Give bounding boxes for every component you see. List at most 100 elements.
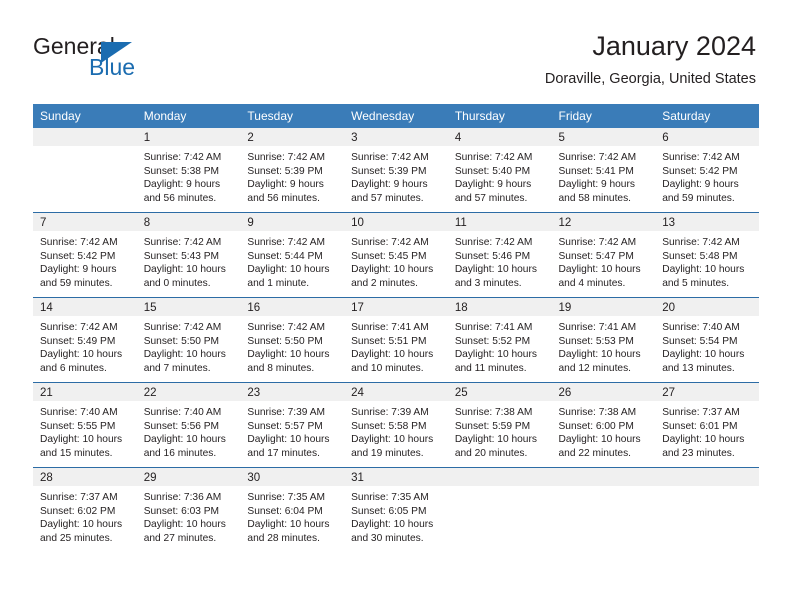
location-subtitle: Doraville, Georgia, United States	[544, 71, 756, 87]
calendar-day-cell[interactable]: 18 Sunrise: 7:41 AM Sunset: 5:52 PM Dayligh…	[447, 297, 552, 383]
calendar-day-cell[interactable]: 2 Sunrise: 7:42 AM Sunset: 5:39 PM Daylight…	[240, 128, 345, 213]
logo-text-blue: Blue	[89, 54, 136, 80]
day-cell-inner	[447, 468, 552, 552]
calendar-day-cell[interactable]: 27 Sunrise: 7:37 AM Sunset: 6:01 PM Dayligh…	[655, 382, 759, 468]
weekday-header-wednesday: Wednesday	[344, 104, 448, 128]
sun-info-line: Sunrise: 7:38 AM	[454, 407, 533, 418]
day-sun-info: Sunrise: 7:42 AM Sunset: 5:39 PM Daylight:…	[240, 146, 344, 205]
calendar-day-cell[interactable]: 1 Sunrise: 7:42 AM Sunset: 5:38 PM Daylight…	[136, 128, 241, 213]
calendar-day-cell[interactable]: 14 Sunrise: 7:42 AM Sunset: 5:49 PM Dayligh…	[33, 297, 137, 383]
day-number: 3	[344, 128, 448, 146]
day-sun-info: Sunrise: 7:42 AM Sunset: 5:49 PM Daylight:…	[33, 316, 137, 375]
day-number: 18	[447, 298, 552, 316]
sun-info-line: and 2 minutes.	[351, 277, 418, 289]
day-cell-inner: 27 Sunrise: 7:37 AM Sunset: 6:01 PM Dayligh…	[655, 383, 759, 467]
sun-info-line: and 25 minutes.	[40, 532, 113, 544]
sun-info-line: Sunset: 5:42 PM	[662, 165, 738, 177]
sun-info-line: Sunset: 5:43 PM	[143, 250, 220, 262]
day-sun-info: Sunrise: 7:35 AM Sunset: 6:05 PM Daylight:…	[344, 486, 448, 545]
day-cell-inner: 30 Sunrise: 7:35 AM Sunset: 6:04 PM Dayligh…	[240, 468, 345, 552]
calendar-day-cell[interactable]	[655, 467, 759, 552]
sun-info-line: Daylight: 10 hours	[454, 349, 537, 361]
calendar-day-cell[interactable]: 4 Sunrise: 7:42 AM Sunset: 5:40 PM Daylight…	[447, 128, 552, 213]
sun-info-line: and 11 minutes.	[454, 362, 527, 374]
sun-info-line: Daylight: 9 hours	[40, 264, 117, 276]
sun-info-line: Daylight: 10 hours	[247, 349, 330, 361]
day-sun-info: Sunrise: 7:35 AM Sunset: 6:04 PM Daylight:…	[240, 486, 344, 545]
sun-info-line: Daylight: 10 hours	[247, 519, 330, 531]
sun-info-line: and 3 minutes.	[454, 277, 522, 289]
sun-info-line: Daylight: 10 hours	[558, 434, 641, 446]
calendar-day-cell[interactable]: 24 Sunrise: 7:39 AM Sunset: 5:58 PM Dayligh…	[344, 382, 448, 468]
calendar-day-cell[interactable]: 20 Sunrise: 7:40 AM Sunset: 5:54 PM Dayligh…	[655, 297, 759, 383]
day-cell-inner: 25 Sunrise: 7:38 AM Sunset: 5:59 PM Dayligh…	[447, 383, 552, 467]
sun-info-line: Sunrise: 7:42 AM	[558, 237, 637, 248]
sun-info-line: and 15 minutes.	[40, 447, 113, 459]
sun-info-line: and 59 minutes.	[662, 192, 735, 204]
calendar-day-cell[interactable]: 19 Sunrise: 7:41 AM Sunset: 5:53 PM Dayligh…	[551, 297, 656, 383]
day-number: 15	[136, 298, 241, 316]
sun-info-line: Sunrise: 7:35 AM	[351, 492, 429, 503]
day-sun-info: Sunrise: 7:42 AM Sunset: 5:46 PM Daylight:…	[448, 231, 552, 290]
calendar-day-cell[interactable]: 7 Sunrise: 7:42 AM Sunset: 5:42 PM Daylight…	[33, 212, 137, 298]
day-sun-info: Sunrise: 7:39 AM Sunset: 5:58 PM Daylight:…	[344, 401, 448, 460]
sun-info-line: Sunset: 6:03 PM	[143, 505, 220, 517]
day-number: 19	[551, 298, 656, 316]
sun-info-line: and 7 minutes.	[143, 362, 211, 374]
calendar-day-cell[interactable]	[551, 467, 656, 552]
calendar-day-cell[interactable]: 8 Sunrise: 7:42 AM Sunset: 5:43 PM Daylight…	[136, 212, 241, 298]
day-cell-inner: 13 Sunrise: 7:42 AM Sunset: 5:48 PM Dayligh…	[655, 213, 759, 297]
calendar-day-cell[interactable]: 10 Sunrise: 7:42 AM Sunset: 5:45 PM Dayligh…	[344, 212, 448, 298]
sun-info-line: Sunrise: 7:41 AM	[351, 322, 429, 333]
sun-info-line: Sunset: 6:05 PM	[351, 505, 427, 517]
sun-info-line: Daylight: 10 hours	[143, 434, 226, 446]
calendar-day-cell[interactable]: 28 Sunrise: 7:37 AM Sunset: 6:02 PM Dayligh…	[33, 467, 137, 552]
sun-info-line: Daylight: 10 hours	[558, 349, 641, 361]
calendar-day-cell[interactable]: 17 Sunrise: 7:41 AM Sunset: 5:51 PM Dayligh…	[344, 297, 448, 383]
calendar-day-cell[interactable]: 3 Sunrise: 7:42 AM Sunset: 5:39 PM Daylight…	[344, 128, 448, 213]
calendar-day-cell[interactable]: 29 Sunrise: 7:36 AM Sunset: 6:03 PM Dayligh…	[136, 467, 241, 552]
day-cell-inner: 21 Sunrise: 7:40 AM Sunset: 5:55 PM Dayligh…	[33, 383, 137, 467]
sun-info-line: Daylight: 10 hours	[247, 434, 330, 446]
sun-info-line: Sunset: 5:50 PM	[247, 335, 323, 347]
sun-info-line: Daylight: 9 hours	[247, 179, 324, 191]
sun-info-line: Sunrise: 7:39 AM	[351, 407, 429, 418]
calendar-day-cell[interactable]: 30 Sunrise: 7:35 AM Sunset: 6:04 PM Dayligh…	[240, 467, 345, 552]
sun-info-line: Sunrise: 7:40 AM	[143, 407, 222, 418]
calendar-day-cell[interactable]: 11 Sunrise: 7:42 AM Sunset: 5:46 PM Dayligh…	[447, 212, 552, 298]
day-number: 14	[33, 298, 137, 316]
sun-info-line: Daylight: 9 hours	[143, 179, 221, 191]
sun-info-line: Daylight: 10 hours	[143, 349, 226, 361]
day-cell-inner	[33, 128, 137, 212]
calendar-day-cell[interactable]: 26 Sunrise: 7:38 AM Sunset: 6:00 PM Dayligh…	[551, 382, 656, 468]
day-cell-inner: 2 Sunrise: 7:42 AM Sunset: 5:39 PM Daylight…	[240, 128, 345, 212]
day-cell-inner: 12 Sunrise: 7:42 AM Sunset: 5:47 PM Dayligh…	[551, 213, 656, 297]
day-sun-info: Sunrise: 7:42 AM Sunset: 5:47 PM Daylight:…	[552, 231, 656, 290]
weekday-header-saturday: Saturday	[655, 104, 759, 128]
sun-info-line: Sunset: 5:38 PM	[143, 165, 220, 177]
calendar-day-cell[interactable]	[33, 128, 137, 213]
sun-info-line: Sunset: 5:40 PM	[454, 165, 531, 177]
sun-info-line: Daylight: 10 hours	[662, 349, 745, 361]
day-number	[447, 468, 552, 486]
day-sun-info: Sunrise: 7:42 AM Sunset: 5:41 PM Daylight:…	[552, 146, 656, 205]
calendar-day-cell[interactable]: 25 Sunrise: 7:38 AM Sunset: 5:59 PM Dayligh…	[447, 382, 552, 468]
sun-info-line: Daylight: 10 hours	[351, 349, 434, 361]
calendar-day-cell[interactable]: 15 Sunrise: 7:42 AM Sunset: 5:50 PM Dayligh…	[136, 297, 241, 383]
sun-info-line: Daylight: 10 hours	[247, 264, 330, 276]
sun-info-line: Sunset: 5:45 PM	[351, 250, 427, 262]
calendar-day-cell[interactable]: 6 Sunrise: 7:42 AM Sunset: 5:42 PM Daylight…	[655, 128, 759, 213]
calendar-day-cell[interactable]: 5 Sunrise: 7:42 AM Sunset: 5:41 PM Daylight…	[551, 128, 656, 213]
calendar-day-cell[interactable]	[447, 467, 552, 552]
calendar-day-cell[interactable]: 23 Sunrise: 7:39 AM Sunset: 5:57 PM Dayligh…	[240, 382, 345, 468]
calendar-day-cell[interactable]: 12 Sunrise: 7:42 AM Sunset: 5:47 PM Dayligh…	[551, 212, 656, 298]
sun-info-line: Daylight: 9 hours	[558, 179, 635, 191]
calendar-day-cell[interactable]: 16 Sunrise: 7:42 AM Sunset: 5:50 PM Dayligh…	[240, 297, 345, 383]
calendar-day-cell[interactable]: 13 Sunrise: 7:42 AM Sunset: 5:48 PM Dayligh…	[655, 212, 759, 298]
day-cell-inner: 14 Sunrise: 7:42 AM Sunset: 5:49 PM Dayligh…	[33, 298, 137, 382]
calendar-day-cell[interactable]: 21 Sunrise: 7:40 AM Sunset: 5:55 PM Dayligh…	[33, 382, 137, 468]
calendar-day-cell[interactable]: 9 Sunrise: 7:42 AM Sunset: 5:44 PM Daylight…	[240, 212, 345, 298]
calendar-day-cell[interactable]: 31 Sunrise: 7:35 AM Sunset: 6:05 PM Dayligh…	[344, 467, 448, 552]
sun-info-line: and 28 minutes.	[247, 532, 320, 544]
calendar-day-cell[interactable]: 22 Sunrise: 7:40 AM Sunset: 5:56 PM Dayligh…	[136, 382, 241, 468]
